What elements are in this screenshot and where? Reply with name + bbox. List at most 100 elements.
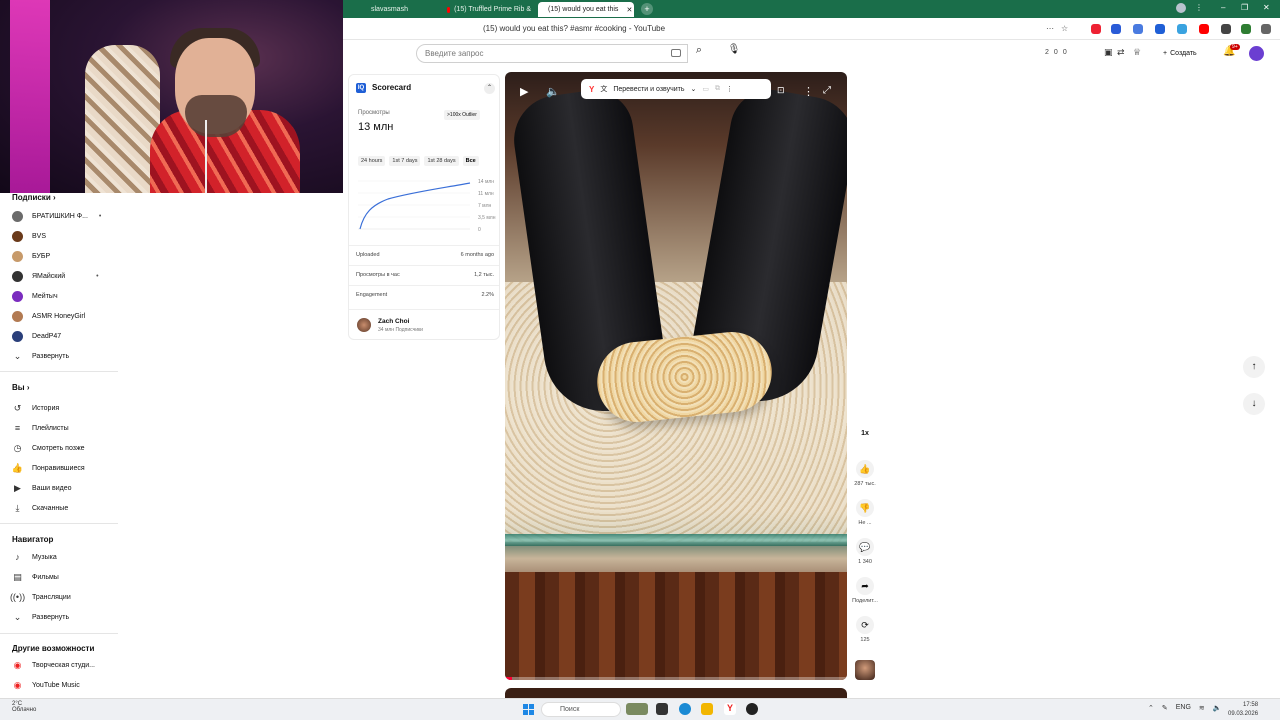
clock[interactable]: 17:58 09.03.2026: [1228, 701, 1258, 719]
weather-widget[interactable]: 2°C Облачно: [12, 701, 36, 713]
dislike-button[interactable]: 👎 Не ...: [850, 499, 880, 526]
sidebar-item-subscription[interactable]: BVS: [12, 229, 46, 243]
subscriptions-heading[interactable]: Подписки ›: [12, 193, 56, 202]
search-icon[interactable]: ⌕: [688, 44, 710, 63]
sidebar-item-subscription[interactable]: БУБР: [12, 249, 50, 263]
extension-icon-8[interactable]: [1241, 24, 1251, 34]
sidebar-item-liked[interactable]: 👍 Понравившиеся: [12, 461, 85, 475]
bookmark-icon[interactable]: ☆: [1061, 24, 1071, 34]
award-icon[interactable]: ♕: [1133, 47, 1141, 58]
extension-icon-2[interactable]: [1111, 24, 1121, 34]
close-tab-icon[interactable]: ✕: [626, 6, 632, 14]
extension-icon-3[interactable]: [1133, 24, 1143, 34]
tab-current-video[interactable]: (15) would you eat this ✕: [538, 2, 634, 17]
more-icon[interactable]: ⋯: [1046, 24, 1056, 34]
windows-start-icon[interactable]: [523, 704, 534, 715]
sidebar-expand-navigator[interactable]: ⌄ Развернуть: [12, 610, 69, 624]
volume-icon[interactable]: 🔈: [1213, 704, 1222, 712]
new-tab-button[interactable]: +: [641, 3, 653, 15]
extension-icon-9[interactable]: [1261, 24, 1271, 34]
comments-button[interactable]: 💬 1 340: [850, 538, 880, 565]
wifi-icon[interactable]: ≋: [1199, 704, 1205, 712]
taskbar-app-icon[interactable]: [746, 703, 758, 715]
sidebar-item-live[interactable]: ((•)) Трансляции: [10, 590, 71, 604]
extension-icon-4[interactable]: [1155, 24, 1165, 34]
translate-toolbar[interactable]: Y 文 Перевести и озвучить ⌄ ▭ ⧉ ⋮: [581, 79, 771, 99]
sidebar-item-your-videos[interactable]: ▶ Ваши видео: [12, 481, 72, 495]
restore-icon[interactable]: ❐: [1241, 3, 1248, 12]
previous-short-arrow-up-icon[interactable]: ↑: [1243, 356, 1265, 378]
extension-icon-6[interactable]: [1199, 24, 1209, 34]
channel-avatar[interactable]: [357, 318, 371, 332]
sidebar-item-subscription[interactable]: DeadP47: [12, 329, 61, 343]
language-indicator[interactable]: ENG: [1176, 704, 1191, 712]
picture-in-picture-icon[interactable]: ⧉: [715, 85, 720, 93]
views-per-hour-row: Просмотры в час 1,2 тыс.: [356, 272, 494, 278]
more-options-icon[interactable]: ⋮: [726, 85, 733, 93]
channel-thumbnail[interactable]: [855, 660, 875, 680]
sidebar-item-music[interactable]: ♪ Музыка: [12, 550, 57, 564]
shorts-video-player[interactable]: ▶ 🔈 Y 文 Перевести и озвучить ⌄ ▭ ⧉ ⋮ ⊡ ⋮…: [505, 72, 847, 680]
subtitles-icon[interactable]: ▭: [702, 85, 709, 93]
scorecard-logo-icon: IQ: [356, 82, 366, 93]
chevron-up-icon[interactable]: ⌃: [484, 83, 495, 94]
taskbar-app-icon[interactable]: [626, 703, 648, 715]
sidebar-item-history[interactable]: ↺ История: [12, 401, 59, 415]
extension-icon[interactable]: ⇄: [1117, 47, 1125, 58]
progress-bar[interactable]: [505, 677, 847, 680]
playback-speed[interactable]: 1x: [855, 430, 875, 446]
microphone-icon[interactable]: 🎙: [725, 44, 743, 63]
minimize-icon[interactable]: –: [1221, 3, 1225, 12]
pen-icon[interactable]: ✎: [1162, 704, 1168, 712]
sidebar-item-playlists[interactable]: ≡ Плейлисты: [12, 421, 69, 435]
tab-prime-rib[interactable]: (15) Truffled Prime Rib &: [441, 2, 537, 17]
notifications-bell-icon[interactable]: 🔔 9+: [1223, 44, 1240, 57]
yandex-browser-icon[interactable]: Y: [724, 703, 736, 715]
captions-icon[interactable]: ⊡: [777, 85, 785, 96]
sidebar-item-films[interactable]: ▤ Фильмы: [12, 570, 59, 584]
edge-icon[interactable]: [679, 703, 691, 715]
channel-avatar: [12, 330, 23, 342]
sidebar-item-subscription[interactable]: Мейтыч: [12, 289, 58, 303]
you-heading[interactable]: Вы ›: [12, 383, 30, 392]
sidebar-item-subscription[interactable]: ASMR HoneyGirl: [12, 309, 85, 323]
like-button[interactable]: 👍 287 тыс.: [850, 460, 880, 487]
sidebar-item-subscription[interactable]: ЯМайский •: [12, 269, 99, 283]
folder-icon[interactable]: [701, 703, 713, 715]
keyboard-icon[interactable]: [671, 49, 681, 57]
sidebar-item-studio[interactable]: ◉ Творческая студи...: [12, 658, 95, 672]
sidebar-item-downloads[interactable]: ⤓ Скачанные: [12, 501, 69, 515]
tab-all[interactable]: Все: [462, 156, 479, 166]
share-button[interactable]: ➦ Поделит...: [850, 577, 880, 604]
next-short-preview[interactable]: [505, 688, 847, 698]
sidebar-item-yt-music[interactable]: ◉ YouTube Music: [12, 678, 80, 692]
sidebar-item-watch-later[interactable]: ◷ Смотреть позже: [12, 441, 85, 455]
next-short-arrow-down-icon[interactable]: ↓: [1243, 393, 1265, 415]
extension-icon-1[interactable]: [1091, 24, 1101, 34]
browser-menu-icon[interactable]: ⋮: [1195, 3, 1203, 12]
tab-first-7-days[interactable]: 1st 7 days: [389, 156, 421, 166]
browser-profile-avatar[interactable]: [1176, 3, 1186, 13]
extension-icon[interactable]: ▣: [1104, 47, 1113, 58]
file-icon[interactable]: [656, 703, 668, 715]
chevron-up-icon[interactable]: ⌃: [1148, 704, 1154, 712]
create-button[interactable]: + Создать: [1163, 46, 1197, 61]
channel-name[interactable]: Zach Choi: [378, 318, 409, 325]
volume-icon[interactable]: 🔈: [546, 85, 560, 98]
extension-icon-5[interactable]: [1177, 24, 1187, 34]
close-window-icon[interactable]: ✕: [1263, 3, 1270, 12]
more-vertical-icon[interactable]: ⋮: [803, 85, 814, 98]
fullscreen-icon[interactable]: ⤢: [823, 85, 831, 96]
play-icon[interactable]: ▶: [520, 85, 528, 98]
sidebar-expand-subscriptions[interactable]: ⌄ Развернуть: [12, 349, 69, 363]
tab-first-28-days[interactable]: 1st 28 days: [424, 156, 459, 166]
user-avatar[interactable]: [1249, 46, 1264, 61]
sidebar-item-subscription[interactable]: БРАТИШКИН Ф... •: [12, 209, 101, 223]
channel-avatar: [12, 290, 23, 302]
extension-icon-7[interactable]: [1221, 24, 1231, 34]
remix-button[interactable]: ⟳ 125: [850, 616, 880, 643]
tab-24-hours[interactable]: 24 hours: [358, 156, 386, 166]
taskbar-search[interactable]: Поиск: [541, 702, 621, 717]
search-input[interactable]: Введите запрос: [416, 44, 688, 63]
streamer-beard: [185, 95, 247, 137]
